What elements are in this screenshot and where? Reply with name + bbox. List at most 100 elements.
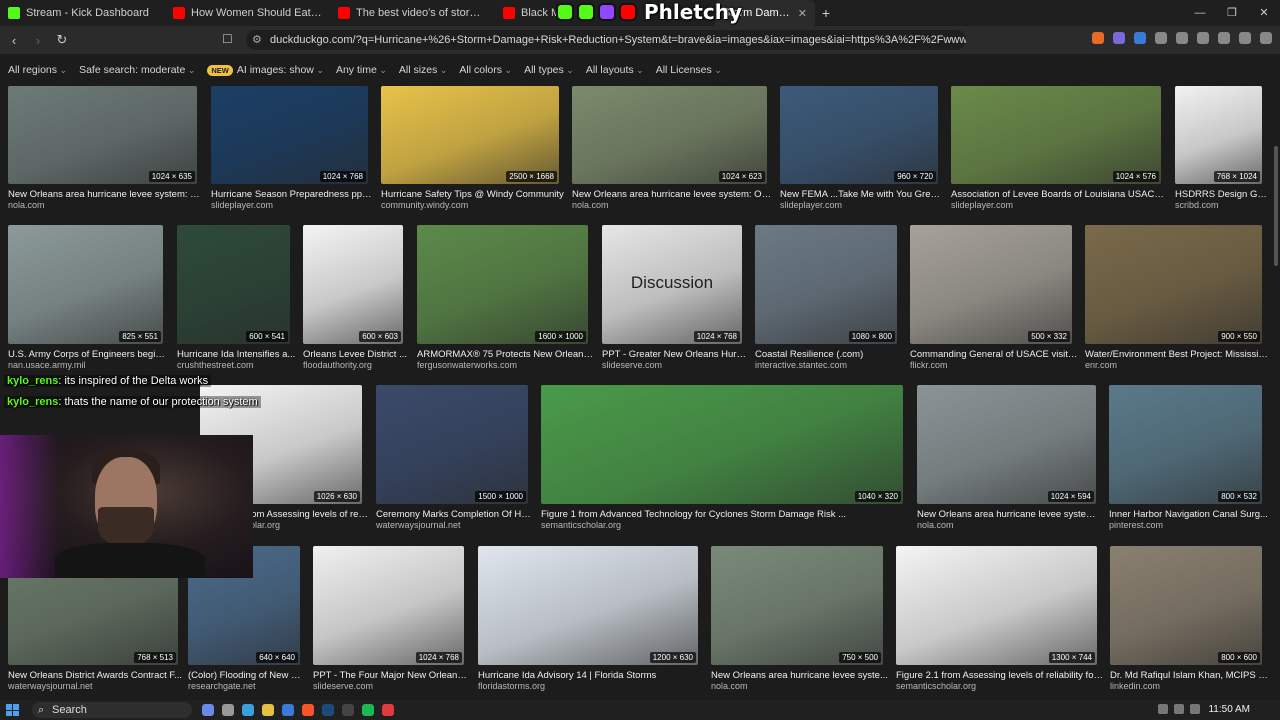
result-thumbnail[interactable]: 1200 × 630 — [478, 546, 698, 665]
result-source[interactable]: floodauthority.org — [303, 360, 372, 370]
result-title[interactable]: New Orleans area hurricane levee syste..… — [711, 670, 889, 681]
image-result[interactable]: 800 × 532 Inner Harbor Navigation Canal S… — [1109, 385, 1268, 534]
result-title[interactable]: New Orleans area hurricane levee system:… — [917, 509, 1102, 520]
result-source[interactable]: pinterest.com — [1109, 520, 1163, 530]
image-result[interactable]: 1024 × 594 New Orleans area hurricane lev… — [917, 385, 1102, 534]
image-result[interactable]: 825 × 551 U.S. Army Corps of Engineers be… — [8, 225, 169, 374]
tab-kick-dashboard[interactable]: Stream - Kick Dashboard — [0, 0, 165, 26]
result-title[interactable]: Commanding General of USACE visits ... — [910, 349, 1078, 360]
image-result[interactable]: 1024 × 576 Association of Levee Boards of… — [951, 86, 1167, 214]
restore-icon[interactable]: ❐ — [1216, 0, 1248, 26]
extension-icon[interactable] — [1134, 32, 1146, 44]
result-title[interactable]: New Orleans area hurricane levee system:… — [8, 189, 203, 200]
image-result[interactable]: 1200 × 630 Hurricane Ida Advisory 14 | Fl… — [478, 546, 698, 695]
result-title[interactable]: (Color) Flooding of New O... — [188, 670, 306, 681]
image-result[interactable]: 1024 × 635 New Orleans area hurricane lev… — [8, 86, 203, 214]
result-thumbnail[interactable]: 900 × 550 — [1085, 225, 1262, 344]
filter-layouts[interactable]: All layouts — [586, 64, 644, 76]
image-result[interactable]: 1500 × 1000 Ceremony Marks Completion Of … — [376, 385, 534, 534]
forward-icon[interactable]: › — [28, 33, 48, 48]
steam-icon[interactable] — [322, 704, 334, 716]
menu-icon[interactable] — [1260, 32, 1272, 44]
site-settings-icon[interactable]: ⚙ — [252, 30, 262, 50]
result-thumbnail[interactable]: 800 × 600 — [1110, 546, 1262, 665]
task-view-icon[interactable] — [222, 704, 234, 716]
image-result[interactable]: 900 × 550 Water/Environment Best Project:… — [1085, 225, 1268, 374]
result-thumbnail[interactable]: 1024 × 576 — [951, 86, 1161, 184]
wifi-icon[interactable] — [1174, 704, 1184, 714]
result-title[interactable]: HSDRRS Design Gui... — [1175, 189, 1268, 200]
image-result[interactable]: 1300 × 744 Figure 2.1 from Assessing leve… — [896, 546, 1103, 695]
result-source[interactable]: floridastorms.org — [478, 681, 545, 691]
image-result[interactable]: 768 × 1024 HSDRRS Design Gui... scribd.com — [1175, 86, 1268, 214]
result-source[interactable]: nola.com — [572, 200, 609, 210]
filter-ai-images[interactable]: AI images: show — [237, 64, 324, 76]
file-explorer-icon[interactable] — [262, 704, 274, 716]
result-source[interactable]: linkedin.com — [1110, 681, 1160, 691]
result-source[interactable]: community.windy.com — [381, 200, 468, 210]
result-source[interactable]: slideserve.com — [602, 360, 662, 370]
result-thumbnail[interactable]: 1600 × 1000 — [417, 225, 588, 344]
result-title[interactable]: Water/Environment Best Project: Mississi… — [1085, 349, 1268, 360]
filter-colors[interactable]: All colors — [459, 64, 512, 76]
result-title[interactable]: U.S. Army Corps of Engineers begins ... — [8, 349, 169, 360]
result-title[interactable]: PPT - The Four Major New Orleans ... — [313, 670, 470, 681]
result-source[interactable]: flickr.com — [910, 360, 948, 370]
image-result[interactable]: 1024 × 623 New Orleans area hurricane lev… — [572, 86, 773, 214]
filter-types[interactable]: All types — [524, 64, 574, 76]
image-result[interactable]: Discussion 1024 × 768 PPT - Greater New Or… — [602, 225, 748, 374]
result-thumbnail[interactable]: 600 × 541 — [177, 225, 290, 344]
result-source[interactable]: slideplayer.com — [951, 200, 1013, 210]
filter-safe-search[interactable]: Safe search: moderate — [79, 64, 195, 76]
image-result[interactable]: 800 × 600 Dr. Md Rafiqul Islam Khan, MCIP… — [1110, 546, 1268, 695]
mail-icon[interactable] — [282, 704, 294, 716]
result-thumbnail[interactable]: 1024 × 594 — [917, 385, 1096, 504]
sidebar-icon[interactable] — [1218, 32, 1230, 44]
copilot-icon[interactable] — [202, 704, 214, 716]
result-source[interactable]: semanticscholar.org — [896, 681, 976, 691]
result-source[interactable]: nola.com — [711, 681, 748, 691]
close-tab-icon[interactable]: ✕ — [798, 7, 807, 20]
result-title[interactable]: Hurricane Ida Advisory 14 | Florida Stor… — [478, 670, 704, 681]
tab-women-eat[interactable]: How Women Should Eat, Supplemen — [165, 0, 330, 26]
image-result[interactable]: 750 × 500 New Orleans area hurricane leve… — [711, 546, 888, 695]
puzzle-icon[interactable] — [1155, 32, 1167, 44]
result-source[interactable]: researchgate.net — [188, 681, 256, 691]
taskbar-search[interactable]: ⌕ Search — [32, 702, 192, 718]
result-thumbnail[interactable]: 960 × 720 — [780, 86, 938, 184]
result-thumbnail[interactable]: 768 × 1024 — [1175, 86, 1262, 184]
result-title[interactable]: New Orleans District Awards Contract F..… — [8, 670, 184, 681]
recorder-icon[interactable] — [382, 704, 394, 716]
result-thumbnail[interactable]: 800 × 532 — [1109, 385, 1262, 504]
result-title[interactable]: Figure 2.1 from Assessing levels of reli… — [896, 670, 1103, 681]
result-thumbnail[interactable]: 1040 × 320 — [541, 385, 903, 504]
result-title[interactable]: Orleans Levee District ... — [303, 349, 409, 360]
tray-icon[interactable] — [1158, 704, 1168, 714]
result-title[interactable]: New FEMA ...Take Me with You Great... — [780, 189, 944, 200]
tab-storm-eunice[interactable]: The best video's of storm Eunice (150 — [330, 0, 495, 26]
image-result[interactable]: 960 × 720 New FEMA ...Take Me with You Gr… — [780, 86, 944, 214]
result-title[interactable]: Hurricane Ida Intensifies a... — [177, 349, 296, 360]
result-title[interactable]: Ceremony Marks Completion Of Hur... — [376, 509, 534, 520]
result-source[interactable]: fergusonwaterworks.com — [417, 360, 517, 370]
result-source[interactable]: crushthestreet.com — [177, 360, 254, 370]
result-source[interactable]: nan.usace.army.mil — [8, 360, 85, 370]
filter-time[interactable]: Any time — [336, 64, 387, 76]
result-source[interactable]: slideplayer.com — [211, 200, 273, 210]
spotify-icon[interactable] — [362, 704, 374, 716]
result-source[interactable]: scribd.com — [1175, 200, 1219, 210]
result-source[interactable]: semanticscholar.org — [541, 520, 621, 530]
back-icon[interactable]: ‹ — [4, 33, 24, 48]
image-result[interactable]: 500 × 332 Commanding General of USACE vis… — [910, 225, 1078, 374]
result-title[interactable]: Hurricane Safety Tips @ Windy Community — [381, 189, 565, 200]
image-result[interactable]: 2500 × 1668 Hurricane Safety Tips @ Windy… — [381, 86, 564, 214]
reload-icon[interactable]: ↻ — [52, 32, 72, 48]
result-title[interactable]: New Orleans area hurricane levee system:… — [572, 189, 773, 200]
image-result[interactable]: 600 × 603 Orleans Levee District ... flood… — [303, 225, 407, 374]
windows-start-icon[interactable] — [6, 704, 26, 716]
scrollbar-thumb[interactable] — [1274, 146, 1278, 266]
result-thumbnail[interactable]: 825 × 551 — [8, 225, 163, 344]
bookmark-icon[interactable]: ☐ — [222, 32, 233, 46]
result-title[interactable]: Coastal Resilience (.com) — [755, 349, 903, 360]
result-title[interactable]: ARMORMAX® 75 Protects New Orleans L... — [417, 349, 594, 360]
